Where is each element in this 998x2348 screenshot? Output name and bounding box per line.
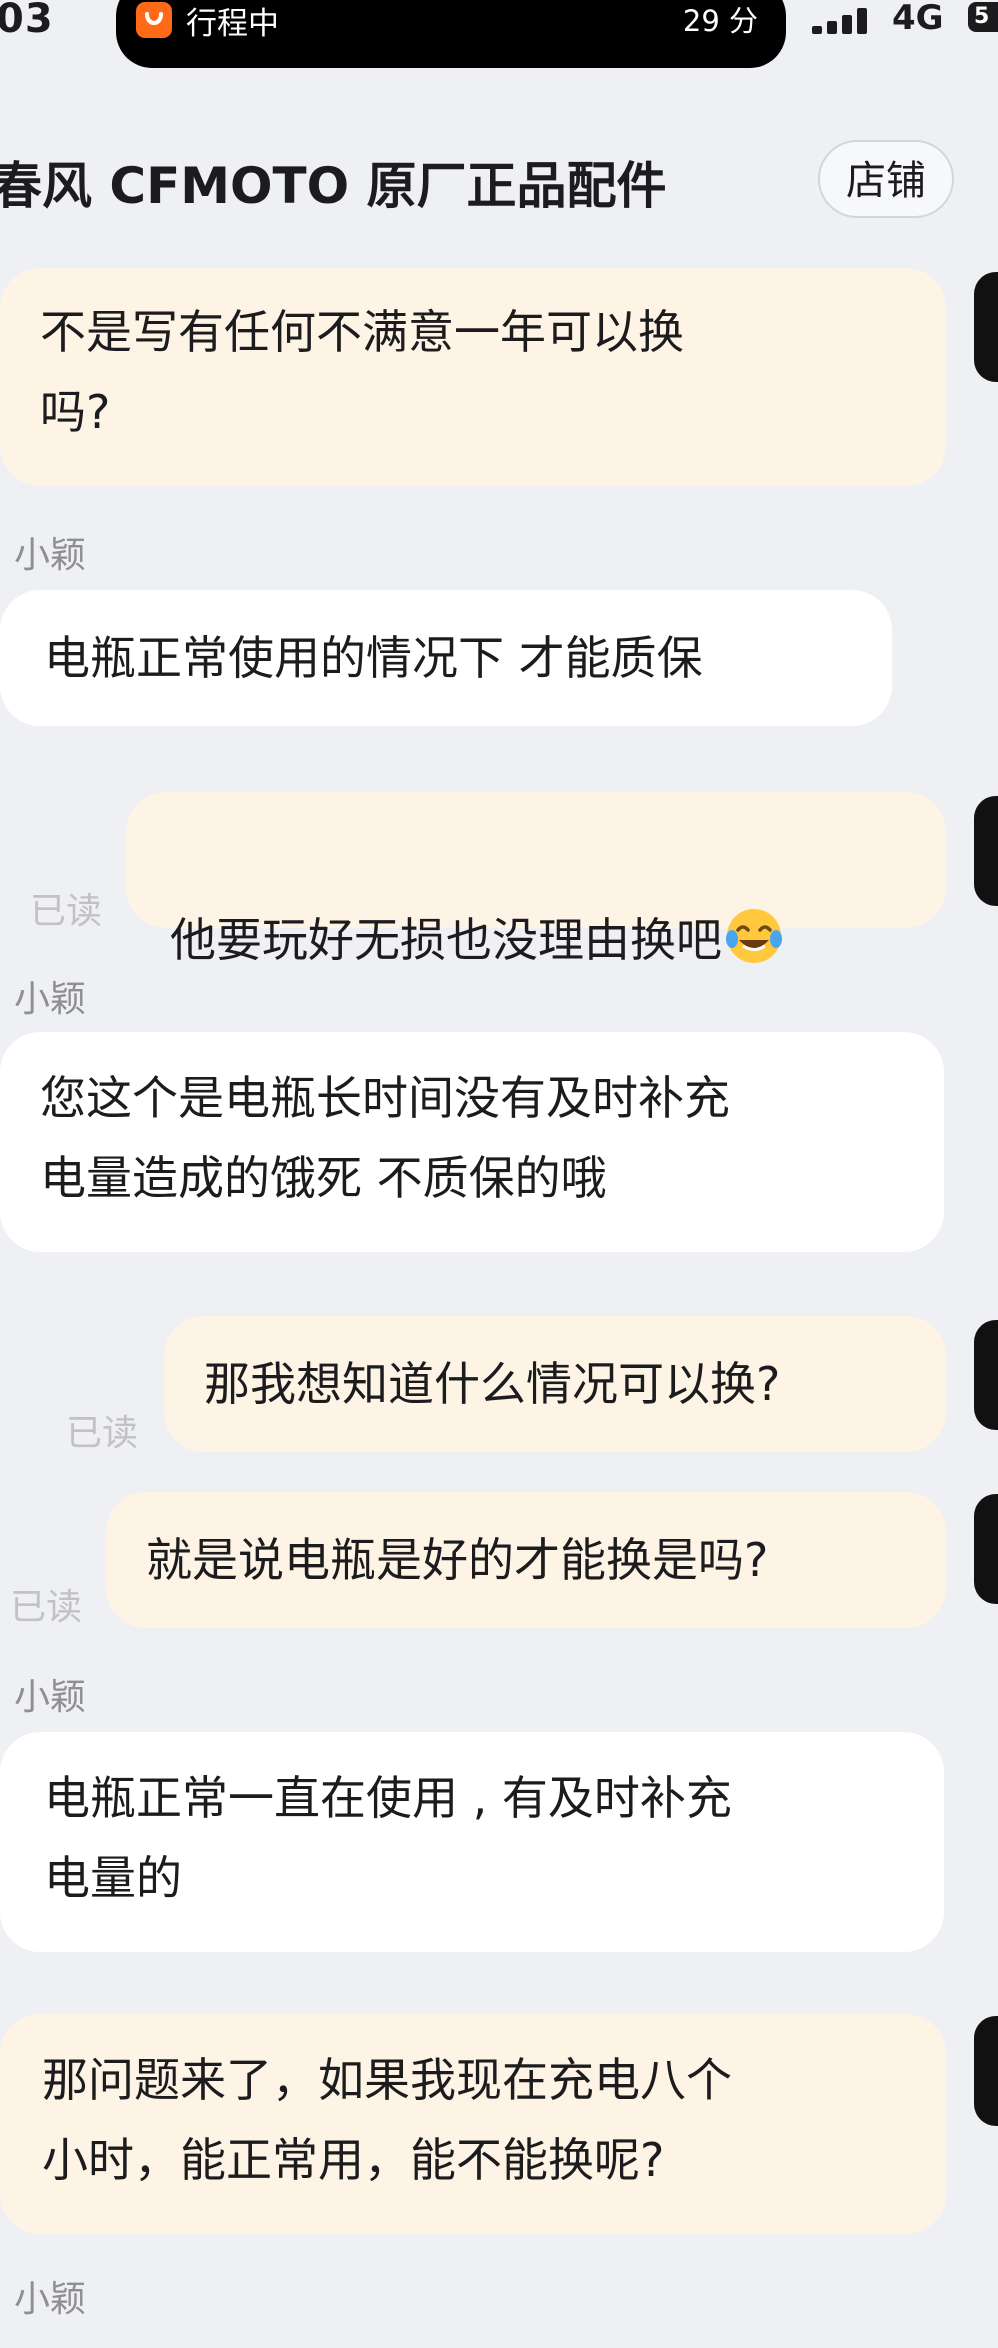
didi-app-icon bbox=[136, 2, 172, 38]
status-time: 03 bbox=[0, 0, 54, 42]
activity-minutes: 29 分 bbox=[682, 4, 758, 38]
message-bubble-incoming[interactable]: 您这个是电瓶长时间没有及时补充 电量造成的饿死 不质保的哦 bbox=[0, 1032, 944, 1252]
message-bubble-outgoing[interactable]: 他要玩好无损也没理由换吧 bbox=[126, 792, 946, 967]
avatar-icon[interactable] bbox=[974, 1494, 998, 1604]
sender-name: 小颖 bbox=[14, 2279, 87, 2320]
read-receipt: 已读 bbox=[10, 1587, 83, 1628]
sender-name: 小颖 bbox=[14, 535, 87, 576]
message-bubble-incoming[interactable]: 电瓶正常一直在使用 , 有及时补充 电量的 bbox=[0, 1732, 944, 1952]
message-bubble-outgoing[interactable]: 那我想知道什么情况可以换? bbox=[164, 1316, 946, 1452]
activity-label: 行程中 bbox=[186, 6, 279, 42]
read-receipt: 已读 bbox=[66, 1413, 139, 1454]
page-title: 春风 CFMOTO 原厂正品配件 bbox=[0, 157, 667, 215]
avatar-icon[interactable] bbox=[974, 272, 998, 382]
avatar-icon[interactable] bbox=[974, 796, 998, 906]
face-with-tears-of-joy-emoji bbox=[726, 909, 782, 963]
avatar-icon[interactable] bbox=[974, 1320, 998, 1430]
message-bubble-outgoing[interactable]: 就是说电瓶是好的才能换是吗? bbox=[106, 1492, 946, 1628]
message-bubble-outgoing[interactable]: 那问题来了，如果我现在充电八个 小时，能正常用，能不能换呢? bbox=[0, 2014, 946, 2234]
shop-button[interactable]: 店铺 bbox=[818, 140, 954, 218]
sender-name: 小颖 bbox=[14, 979, 87, 1020]
avatar-icon[interactable] bbox=[974, 2016, 998, 2126]
message-bubble-outgoing[interactable]: 不是写有任何不满意一年可以换 吗? bbox=[0, 268, 946, 486]
message-bubble-incoming[interactable]: 电瓶正常使用的情况下 才能质保 bbox=[0, 590, 892, 726]
message-text: 他要玩好无损也没理由换吧 bbox=[170, 913, 722, 967]
dynamic-island-activity[interactable]: 行程中 29 分 bbox=[116, 0, 786, 68]
read-receipt: 已读 bbox=[30, 891, 103, 932]
network-type: 4G bbox=[892, 0, 944, 38]
sender-name: 小颖 bbox=[14, 1677, 87, 1718]
battery-indicator: 5 bbox=[968, 2, 998, 32]
signal-bars-icon bbox=[812, 8, 874, 34]
